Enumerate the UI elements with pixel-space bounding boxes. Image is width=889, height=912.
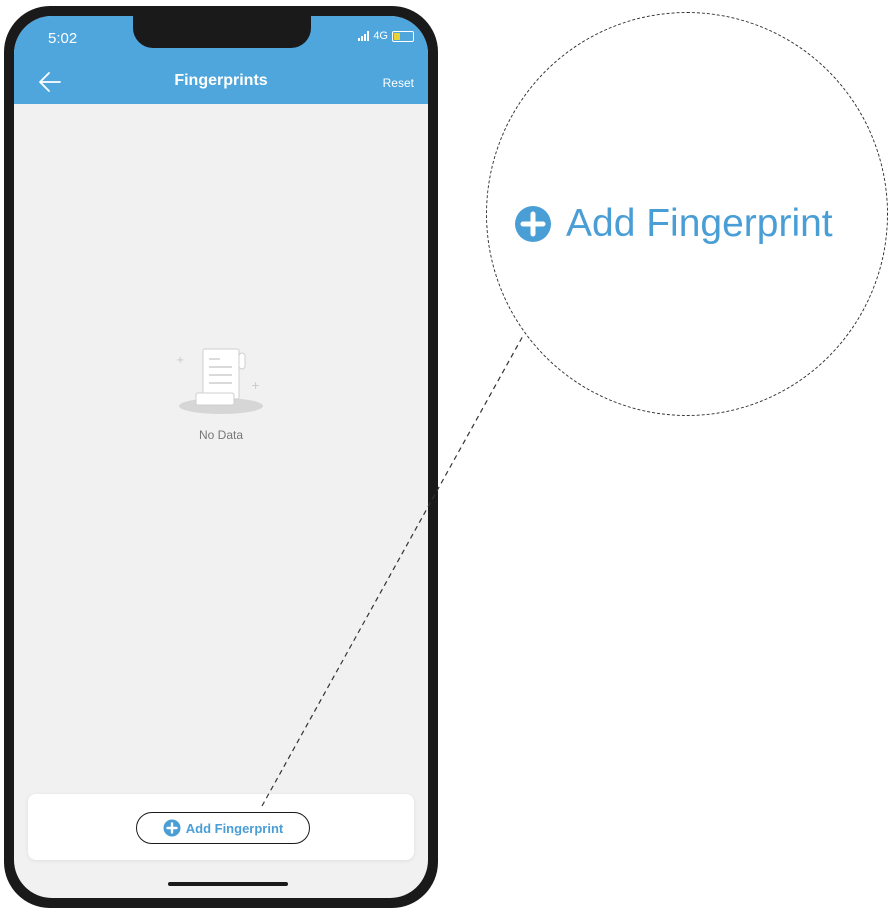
- status-indicators: 4G: [358, 30, 414, 42]
- svg-text:+: +: [251, 379, 260, 392]
- battery-icon: [392, 30, 414, 42]
- reset-button[interactable]: Reset: [383, 76, 414, 90]
- bottom-action-bar: Add Fingerprint: [28, 794, 414, 860]
- plus-circle-icon: [515, 206, 551, 242]
- status-time: 5:02: [48, 30, 78, 47]
- phone-screen: 5:02 4G Fingerprints Reset + + No Data A…: [14, 16, 428, 898]
- home-indicator: [168, 882, 288, 886]
- page-title: Fingerprints: [174, 72, 268, 89]
- add-fingerprint-button[interactable]: Add Fingerprint: [136, 812, 310, 844]
- plus-circle-icon: [163, 819, 181, 837]
- phone-notch: [133, 16, 311, 48]
- empty-state: + +: [14, 341, 428, 426]
- svg-text:+: +: [176, 355, 184, 366]
- phone-frame: 5:02 4G Fingerprints Reset + + No Data A…: [4, 6, 438, 908]
- empty-state-label: No Data: [198, 428, 244, 442]
- zoom-callout-label: Add Fingerprint: [566, 202, 833, 245]
- document-icon: + +: [176, 348, 263, 414]
- network-type: 4G: [373, 30, 388, 42]
- signal-icon: [358, 31, 370, 41]
- add-fingerprint-label: Add Fingerprint: [185, 820, 284, 836]
- zoom-callout: Add Fingerprint: [514, 202, 833, 246]
